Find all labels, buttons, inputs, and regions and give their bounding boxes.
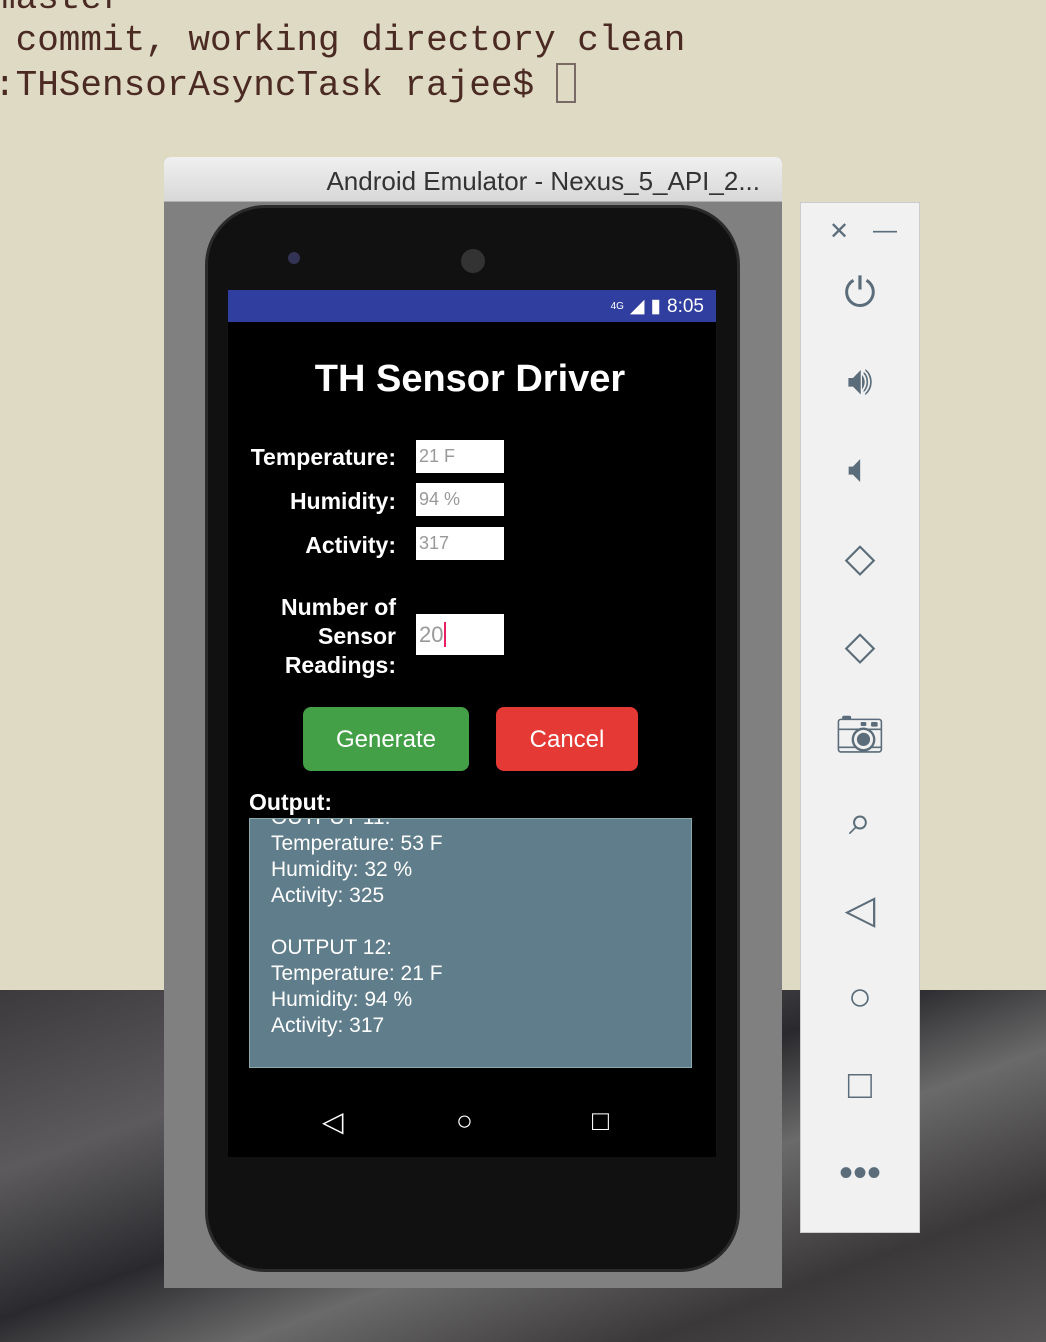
text-cursor: [444, 622, 447, 647]
terminal-line: commit, working directory clean: [0, 20, 686, 61]
camera-screenshot-icon[interactable]: 📷︎: [801, 711, 919, 758]
readings-label: Number of Sensor Readings:: [281, 593, 396, 680]
temperature-field[interactable]: 21 F: [416, 440, 504, 473]
phone-screen: 4G ◢ ▮ 8:05 TH Sensor Driver Temperature: 2…: [228, 290, 716, 1157]
readings-label-line: Readings:: [284, 652, 396, 678]
activity-field[interactable]: 317: [416, 527, 504, 560]
more-icon[interactable]: •••: [801, 1151, 919, 1196]
generate-button[interactable]: Generate: [303, 707, 469, 771]
activity-label: Activity:: [305, 532, 396, 558]
emulator-window: Android Emulator - Nexus_5_API_2... 4G ◢ ▮…: [164, 157, 782, 1288]
power-icon[interactable]: ⏻: [801, 271, 919, 316]
back-icon[interactable]: ◁: [322, 1105, 344, 1138]
back-icon[interactable]: ◁: [801, 887, 919, 933]
humidity-label: Humidity:: [289, 488, 396, 514]
recents-icon[interactable]: □: [592, 1105, 609, 1137]
readings-label-line: Sensor: [318, 623, 396, 649]
readings-value: 20: [419, 622, 444, 647]
battery-icon: ▮: [650, 296, 662, 317]
overview-icon[interactable]: □: [801, 1063, 919, 1108]
speaker-icon: [461, 249, 485, 273]
signal-icon: ◢: [629, 296, 645, 317]
clock: 8:05: [667, 296, 704, 317]
temperature-label: Temperature:: [250, 444, 396, 470]
minimize-icon[interactable]: —: [873, 217, 897, 245]
network-icon: 4G: [610, 301, 624, 312]
close-icon[interactable]: ✕: [829, 217, 849, 246]
camera-icon: [288, 252, 300, 264]
output-line: Activity: 325: [271, 884, 385, 907]
humidity-field[interactable]: 94 %: [416, 483, 504, 516]
output-box[interactable]: OUTPUT 11: Temperature: 53 F Humidity: 3…: [249, 818, 692, 1068]
status-bar: 4G ◢ ▮ 8:05: [228, 290, 716, 322]
output-line: OUTPUT 11:: [271, 819, 691, 831]
readings-label-line: Number of: [281, 594, 396, 620]
emulator-toolbar: ✕ — ⏻ 🔊︎ 🔈︎ ◇ ◇ 📷︎ ⌕ ◁ ○ □ •••: [800, 202, 920, 1233]
volume-up-icon[interactable]: 🔊︎: [801, 359, 919, 404]
volume-down-icon[interactable]: 🔈︎: [801, 447, 919, 492]
output-line: OUTPUT 12:: [271, 936, 392, 959]
app-title: TH Sensor Driver: [314, 358, 626, 400]
zoom-icon[interactable]: ⌕: [801, 799, 919, 844]
output-line: Temperature: 21 F: [271, 962, 443, 985]
rotate-left-icon[interactable]: ◇: [801, 535, 919, 581]
terminal-line: master: [0, 0, 124, 19]
output-line: Humidity: 94 %: [271, 988, 413, 1011]
cancel-button[interactable]: Cancel: [496, 707, 638, 771]
rotate-right-icon[interactable]: ◇: [801, 623, 919, 669]
emulator-title[interactable]: Android Emulator - Nexus_5_API_2...: [164, 157, 782, 202]
terminal-prompt[interactable]: :THSensorAsyncTask rajee$: [0, 63, 576, 106]
home-icon[interactable]: ○: [456, 1105, 473, 1137]
prompt-text: :THSensorAsyncTask rajee$: [0, 65, 556, 106]
home-icon[interactable]: ○: [801, 975, 919, 1020]
output-line: Temperature: 53 F: [271, 832, 443, 855]
readings-field[interactable]: 20: [416, 614, 504, 655]
output-label: Output:: [249, 789, 333, 815]
output-line: Activity: 317: [271, 1014, 385, 1037]
terminal-cursor: [555, 63, 576, 103]
nav-bar: ◁ ○ □: [228, 1085, 716, 1157]
output-line: Humidity: 32 %: [271, 858, 413, 881]
